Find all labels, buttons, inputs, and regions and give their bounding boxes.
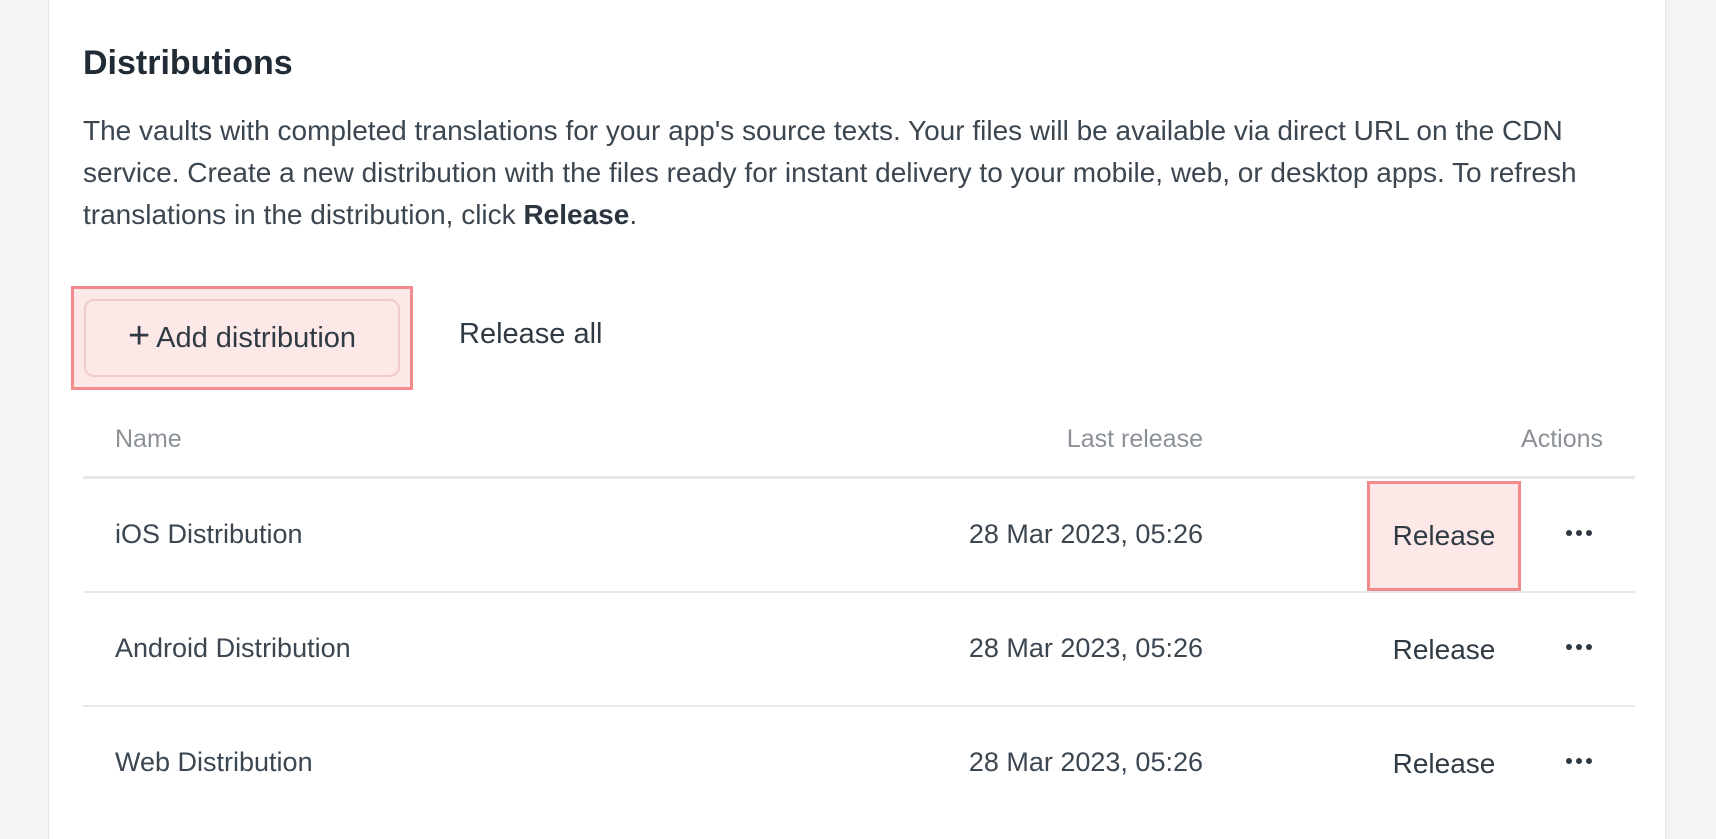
release-all-button[interactable]: Release all [459, 318, 602, 351]
distribution-name: iOS Distribution [115, 519, 303, 549]
release-button[interactable]: Release [1367, 481, 1521, 591]
more-horizontal-icon[interactable] [1559, 627, 1599, 667]
table-row: iOS Distribution 28 Mar 2023, 05:26 Rele… [83, 479, 1635, 593]
section-description: The vaults with completed translations f… [83, 110, 1643, 236]
last-release-date: 28 Mar 2023, 05:26 [968, 519, 1203, 549]
distribution-name: Android Distribution [115, 633, 351, 663]
section-title: Distributions [83, 44, 293, 82]
release-button[interactable]: Release [1367, 595, 1521, 705]
last-release-date: 28 Mar 2023, 05:26 [968, 747, 1203, 777]
table-header: Name Last release Actions [83, 410, 1635, 479]
add-distribution-label: Add distribution [156, 321, 357, 354]
distributions-table: Name Last release Actions iOS Distributi… [83, 410, 1635, 819]
table-row: Web Distribution 28 Mar 2023, 05:26 Rele… [83, 707, 1635, 819]
last-release-date: 28 Mar 2023, 05:26 [968, 633, 1203, 663]
release-button[interactable]: Release [1367, 709, 1521, 819]
header-last-release: Last release [1066, 425, 1203, 453]
table-row: Android Distribution 28 Mar 2023, 05:26 … [83, 593, 1635, 707]
plus-icon: + [127, 315, 151, 357]
description-text: The vaults with completed translations f… [83, 115, 1577, 230]
more-horizontal-icon[interactable] [1559, 741, 1599, 781]
distribution-name: Web Distribution [115, 747, 313, 777]
add-distribution-highlight: + Add distribution [71, 286, 413, 390]
add-distribution-button[interactable]: + Add distribution [84, 299, 400, 377]
description-end: . [629, 199, 638, 230]
distributions-panel: Distributions The vaults with completed … [48, 0, 1666, 839]
description-release-keyword: Release [523, 199, 630, 230]
more-horizontal-icon[interactable] [1559, 513, 1599, 553]
header-actions: Actions [1521, 425, 1603, 453]
header-name: Name [115, 425, 182, 453]
